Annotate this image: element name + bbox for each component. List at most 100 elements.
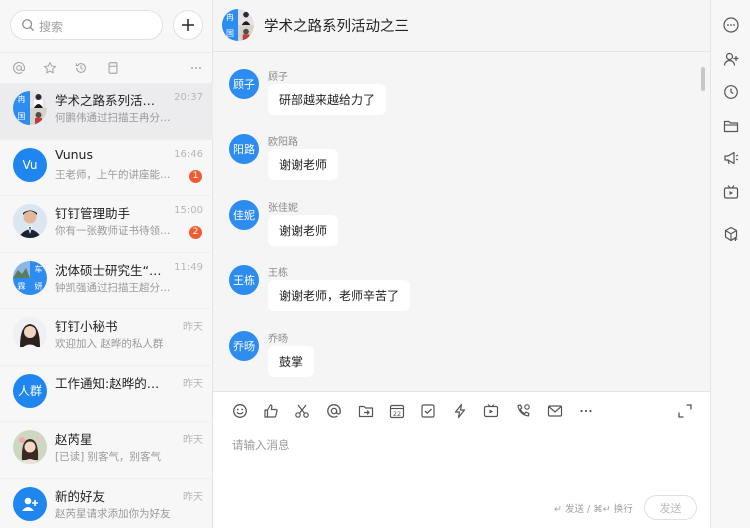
composer-toolbar: 22 [213, 391, 710, 429]
filter-bar [0, 52, 213, 82]
conversation-time: 昨天 [183, 435, 203, 446]
message-list: 顾子 顾子 研部越来越给力了 阳路 欧阳路 谢谢老师 佳妮 张佳妮 谢谢老师 王… [213, 53, 710, 391]
search-box[interactable]: 搜索 [10, 10, 163, 40]
add-member-icon[interactable] [723, 51, 739, 67]
svg-text:22: 22 [393, 410, 401, 418]
avatar-photo [13, 204, 47, 238]
conversation-preview: 钟凯强通过扫描王超分… [55, 281, 171, 294]
conversation-preview: [已读] 别客气，别客气 [55, 451, 162, 463]
history-filter-icon[interactable] [74, 61, 88, 75]
task-check-icon[interactable] [420, 403, 436, 419]
more-options-icon[interactable] [723, 17, 739, 33]
conversation-item[interactable]: 赵芮星 昨天 [已读] 别客气，别客气 [0, 422, 213, 479]
conversation-time: 昨天 [183, 491, 203, 503]
message-item: 阳路 欧阳路 谢谢老师 [229, 134, 649, 194]
expand-icon[interactable] [677, 403, 693, 419]
more-filter-icon[interactable] [189, 61, 203, 75]
message-item: 乔旸 乔旸 鼓掌 [229, 331, 649, 391]
conversation-preview: 何鹏伟通过扫描王冉分… [55, 112, 171, 124]
conversation-name: 学术之路系列活动… [55, 93, 167, 108]
lightning-icon[interactable] [452, 403, 468, 419]
avatar: Vu [13, 147, 47, 182]
sender-name: 王栋 [268, 268, 288, 279]
conversation-preview: 王老师，上午的讲座能… [55, 168, 171, 181]
message-bubble[interactable]: 谢谢老师 [268, 149, 339, 180]
group-avatar: 冉 国 [222, 9, 254, 41]
unread-badge: 2 [189, 226, 202, 239]
emoji-icon[interactable] [232, 403, 248, 419]
sender-avatar[interactable]: 王栋 [229, 265, 259, 295]
search-icon [22, 19, 34, 31]
folder-icon[interactable] [723, 118, 739, 134]
shortcut-hint: ↵ 发送 / ⌘↵ 换行 [554, 504, 633, 515]
conversation-time: 16:46 [174, 148, 203, 160]
sender-avatar[interactable]: 佳妮 [229, 200, 259, 230]
sender-name: 乔旸 [268, 334, 288, 345]
conversation-time: 11:49 [174, 261, 203, 273]
mention-filter-icon[interactable] [12, 61, 26, 75]
message-bubble[interactable]: 鼓掌 [268, 346, 315, 377]
thumbs-up-icon[interactable] [263, 403, 279, 419]
search-placeholder: 搜索 [39, 20, 64, 34]
avatar-photo [13, 430, 47, 464]
calendar-icon[interactable]: 22 [389, 403, 405, 419]
mail-icon[interactable] [547, 403, 563, 419]
chat-title: 学术之路系列活动之三 [264, 19, 409, 35]
conversation-name: Vunus [55, 146, 93, 162]
sender-avatar[interactable]: 乔旸 [229, 331, 259, 361]
star-filter-icon[interactable] [43, 61, 57, 75]
message-bubble[interactable]: 谢谢老师 [268, 215, 339, 246]
conversation-name: 工作通知:赵晔的私… [55, 375, 167, 391]
new-friend-avatar [13, 486, 47, 521]
group-avatar: 冉 国 [13, 91, 47, 125]
live-video-icon[interactable] [483, 403, 499, 419]
more-tools-icon[interactable] [578, 403, 594, 419]
message-composer[interactable]: 请输入消息 ↵ 发送 / ⌘↵ 换行 发送 [213, 429, 710, 528]
mention-icon[interactable] [326, 403, 342, 419]
apps-cube-icon[interactable] [723, 226, 739, 242]
conversation-item[interactable]: 钉钉管理助手 15:00 你有一张教师证书待领… 2 [0, 196, 213, 253]
chat-panel: 冉 国 学术之路系列活动之三 顾子 顾子 研部越来越给力了 阳路 欧阳路 谢谢老… [213, 0, 710, 528]
conversation-item[interactable]: Vu Vunus 16:46 王老师，上午的讲座能… 1 [0, 140, 213, 196]
conversation-item[interactable]: 人群 工作通知:赵晔的私… 昨天 [0, 366, 213, 422]
folder-send-icon[interactable] [358, 403, 374, 419]
history-icon[interactable] [723, 84, 739, 100]
scissors-icon[interactable] [294, 403, 310, 419]
conversation-time: 20:37 [174, 92, 203, 103]
conversation-time: 昨天 [183, 378, 203, 390]
conversation-item[interactable]: 车 霖 妍 沈体硕士研究生“学… 11:49 钟凯强通过扫描王超分… [0, 253, 213, 309]
sender-avatar[interactable]: 阳路 [229, 134, 259, 164]
conversation-name: 新的好友 [55, 488, 106, 504]
create-button[interactable] [173, 10, 203, 40]
announcement-icon[interactable] [723, 150, 739, 166]
scrollbar[interactable] [701, 67, 705, 91]
avatar: 人群 [13, 373, 47, 408]
avatar-photo [13, 317, 47, 351]
group-avatar: 车 霖 妍 [13, 260, 47, 295]
sender-avatar[interactable]: 顾子 [229, 69, 259, 99]
tv-live-icon[interactable] [723, 184, 739, 200]
doc-filter-icon[interactable] [106, 61, 120, 75]
conversation-name: 赵芮星 [55, 432, 93, 447]
conversation-panel: 搜索 冉 国 学术之路系列活动… 20:37 何鹏伟通过扫描王冉分… Vu Vu… [0, 0, 213, 528]
unread-badge: 1 [189, 169, 202, 183]
conversation-item[interactable]: 冉 国 学术之路系列活动… 20:37 何鹏伟通过扫描王冉分… [0, 83, 213, 140]
message-input-placeholder[interactable]: 请输入消息 [232, 437, 290, 453]
message-item: 王栋 王栋 谢谢老师，老师辛苦了 [229, 265, 649, 325]
conversation-preview: 赵芮星请求添加你为好友 [55, 507, 171, 520]
call-icon[interactable] [515, 403, 531, 419]
conversation-item[interactable]: 新的好友 昨天 赵芮星请求添加你为好友 [0, 479, 213, 528]
plus-icon [182, 19, 194, 31]
message-bubble[interactable]: 研部越来越给力了 [268, 84, 387, 115]
conversation-item[interactable]: 钉钉小秘书 昨天 欢迎加入 赵晔的私人群 [0, 309, 213, 366]
conversation-name: 钉钉小秘书 [55, 319, 118, 334]
message-item: 佳妮 张佳妮 谢谢老师 [229, 200, 649, 260]
message-bubble[interactable]: 谢谢老师，老师辛苦了 [268, 280, 411, 311]
send-button[interactable]: 发送 [644, 495, 697, 520]
conversation-preview: 欢迎加入 赵晔的私人群 [55, 338, 164, 350]
sender-name: 欧阳路 [268, 137, 298, 148]
conversation-preview: 你有一张教师证书待领… [55, 225, 171, 237]
right-toolbar [710, 0, 750, 528]
chat-header: 冉 国 学术之路系列活动之三 [213, 0, 710, 52]
conversation-time: 15:00 [174, 205, 203, 216]
